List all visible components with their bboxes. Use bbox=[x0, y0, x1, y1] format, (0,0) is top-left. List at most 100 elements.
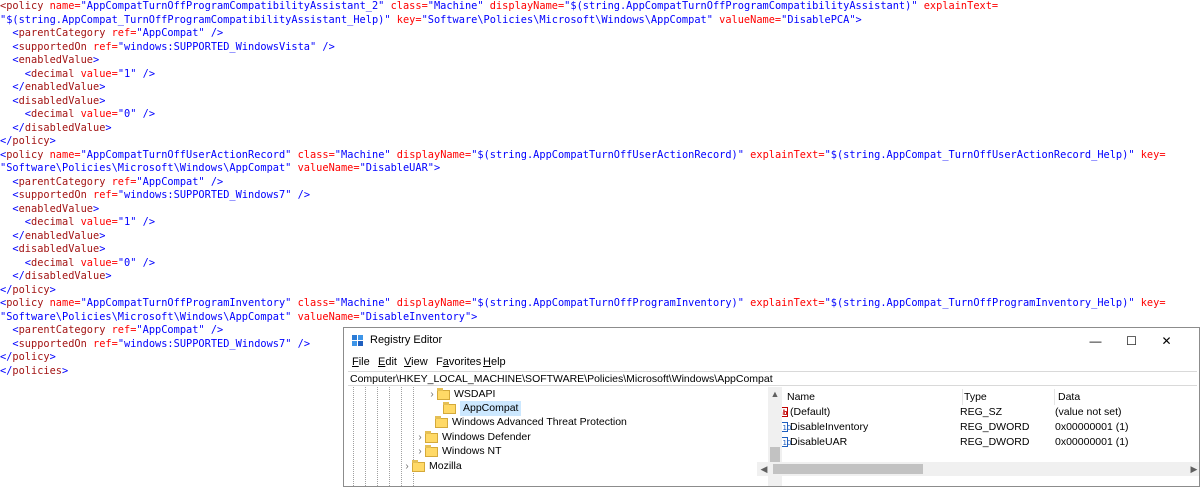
xml-token: /> bbox=[136, 216, 156, 228]
xml-line: </enabledValue> bbox=[0, 81, 105, 95]
tree-item-windows-nt[interactable]: › Windows NT bbox=[415, 444, 502, 459]
xml-token: "Machine" bbox=[334, 297, 391, 309]
xml-token: "0" bbox=[117, 256, 137, 269]
key-tree[interactable]: › WSDAPI AppCompat Windows Advanced Threat … bbox=[348, 387, 769, 486]
xml-token: key= bbox=[390, 13, 422, 26]
xml-line: <enabledValue> bbox=[0, 54, 99, 68]
scroll-right-icon[interactable]: ▶ bbox=[1187, 462, 1199, 476]
xml-token: "$(string.AppCompatTurnOffProgramCompati… bbox=[564, 0, 918, 12]
xml-token: "Software\Policies\Microsoft\Windows\App… bbox=[0, 310, 292, 323]
xml-token: /> bbox=[291, 189, 311, 201]
tree-item-windows-defender[interactable]: › Windows Defender bbox=[415, 430, 531, 445]
xml-token: > bbox=[99, 81, 106, 93]
xml-token: explainText= bbox=[743, 148, 825, 161]
xml-token: "AppCompatTurnOffProgramCompatibilityAss… bbox=[80, 0, 385, 12]
xml-token: /> bbox=[136, 108, 156, 120]
xml-token: </ bbox=[0, 229, 25, 242]
tree-item-mozilla[interactable]: › Mozilla bbox=[402, 459, 462, 474]
xml-token: name= bbox=[49, 0, 81, 12]
xml-line: <policy name="AppCompatTurnOffProgramInv… bbox=[0, 297, 1166, 311]
xml-token: enabledValue bbox=[24, 229, 100, 242]
xml-token: enabledValue bbox=[24, 81, 100, 93]
xml-line: <policy name="AppCompatTurnOffProgramCom… bbox=[0, 0, 998, 14]
xml-token: "DisableUAR" bbox=[359, 162, 434, 174]
tree-guide bbox=[365, 387, 366, 486]
menu-edit[interactable]: Edit bbox=[378, 356, 397, 368]
xml-token: > bbox=[99, 94, 106, 107]
xml-token: </ bbox=[0, 135, 13, 147]
xml-token: "$(string.AppCompat_TurnOffProgramCompat… bbox=[0, 13, 391, 26]
xml-token: < bbox=[0, 324, 19, 336]
menu-file[interactable]: File bbox=[352, 356, 370, 368]
chevron-right-icon[interactable]: › bbox=[415, 430, 425, 445]
tree-item-wsdapi[interactable]: › WSDAPI bbox=[427, 387, 495, 402]
xml-token: valueName= bbox=[291, 162, 360, 174]
xml-token: key= bbox=[1134, 297, 1166, 309]
column-divider[interactable] bbox=[1054, 389, 1055, 405]
xml-token: > bbox=[62, 364, 69, 377]
xml-line: <disabledValue> bbox=[0, 243, 105, 257]
xml-line: </policy> bbox=[0, 351, 56, 365]
xml-token: policies bbox=[12, 364, 63, 377]
tree-guide bbox=[353, 387, 354, 486]
column-header-name[interactable]: Name bbox=[787, 391, 815, 403]
xml-token: displayName= bbox=[390, 297, 472, 309]
value-type: REG_DWORD bbox=[960, 436, 1030, 448]
menu-help[interactable]: Help bbox=[483, 356, 506, 368]
xml-token: policy bbox=[12, 283, 50, 296]
window-title: Registry Editor bbox=[370, 334, 443, 346]
scroll-thumb[interactable] bbox=[773, 464, 923, 474]
xml-token: /> bbox=[316, 40, 335, 53]
value-row[interactable]: 010DisableInventory REG_DWORD 0x00000001 (… bbox=[782, 420, 1199, 435]
horizontal-scrollbar[interactable]: ◀ ▶ bbox=[757, 462, 1199, 476]
chevron-right-icon[interactable]: › bbox=[415, 444, 425, 459]
scroll-left-icon[interactable]: ◀ bbox=[757, 462, 771, 476]
menu-view[interactable]: View bbox=[404, 356, 428, 368]
value-row[interactable]: 010DisableUAR REG_DWORD 0x00000001 (1) bbox=[782, 435, 1199, 450]
xml-token: "AppCompatTurnOffProgramInventory" bbox=[80, 297, 292, 309]
close-button[interactable]: ✕ bbox=[1144, 328, 1189, 354]
address-bar[interactable]: Computer\HKEY_LOCAL_MACHINE\SOFTWARE\Pol… bbox=[348, 371, 1197, 386]
column-divider[interactable] bbox=[962, 389, 963, 405]
registry-editor-window[interactable]: Registry Editor — ☐ ✕ File Edit View Favori… bbox=[343, 327, 1200, 487]
chevron-right-icon[interactable]: › bbox=[402, 459, 412, 474]
tree-item-label: AppCompat bbox=[460, 401, 522, 416]
xml-token: <policy bbox=[0, 0, 50, 12]
xml-token: value= bbox=[80, 108, 118, 120]
value-row[interactable]: ab(Default) REG_SZ (value not set) bbox=[782, 405, 1199, 420]
xml-token: displayName= bbox=[483, 0, 565, 12]
title-bar[interactable]: Registry Editor — ☐ ✕ bbox=[344, 328, 1199, 354]
column-header-type[interactable]: Type bbox=[964, 391, 987, 403]
xml-token: "Software\Policies\Microsoft\Windows\App… bbox=[421, 13, 713, 26]
tree-item-appcompat[interactable]: AppCompat bbox=[433, 401, 522, 416]
folder-icon bbox=[443, 401, 456, 414]
xml-token: > bbox=[105, 270, 112, 282]
menu-favorites[interactable]: Favorites bbox=[436, 356, 481, 368]
xml-token: "0" bbox=[117, 108, 137, 120]
xml-token: > bbox=[93, 54, 100, 66]
xml-token: < bbox=[0, 94, 19, 107]
column-header-data[interactable]: Data bbox=[1058, 391, 1080, 403]
scroll-up-icon[interactable]: ▲ bbox=[768, 387, 782, 401]
value-data: (value not set) bbox=[1055, 406, 1122, 418]
tree-item-windows-advanced-threat-protection[interactable]: Windows Advanced Threat Protection bbox=[425, 415, 627, 430]
xml-line: <enabledValue> bbox=[0, 203, 99, 217]
xml-token: value= bbox=[80, 216, 118, 228]
xml-token: < bbox=[0, 189, 19, 201]
xml-token: policy bbox=[6, 148, 50, 161]
tree-item-label: WSDAPI bbox=[454, 388, 496, 400]
xml-token: > bbox=[49, 351, 56, 363]
xml-token: explainText= bbox=[743, 297, 825, 309]
xml-token: /> bbox=[136, 67, 156, 80]
xml-token: < bbox=[0, 216, 31, 228]
value-name: DisableInventory bbox=[790, 421, 869, 433]
xml-line: <supportedOn ref="windows:SUPPORTED_Wind… bbox=[0, 338, 310, 352]
xml-token: value= bbox=[80, 67, 118, 80]
folder-icon bbox=[435, 415, 448, 428]
xml-token: enabledValue bbox=[18, 54, 94, 66]
xml-token: < bbox=[0, 202, 19, 215]
xml-token: </ bbox=[0, 81, 25, 93]
xml-token: "1" bbox=[117, 216, 137, 228]
chevron-right-icon[interactable]: › bbox=[427, 387, 437, 402]
xml-line: "Software\Policies\Microsoft\Windows\App… bbox=[0, 162, 440, 176]
